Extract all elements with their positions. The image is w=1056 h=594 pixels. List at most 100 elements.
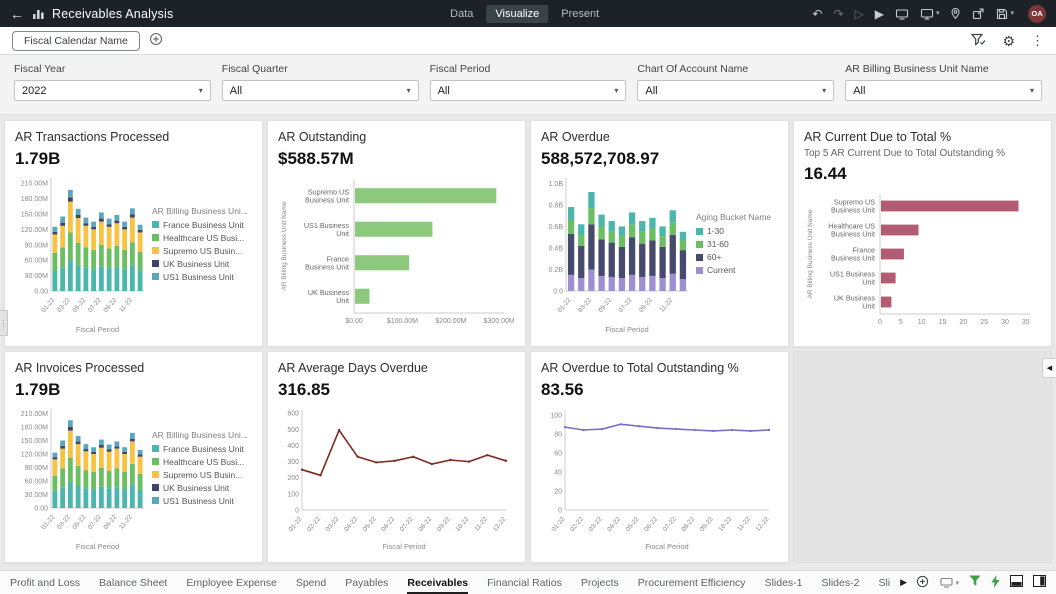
save-icon[interactable]: ▾ [996,8,1014,20]
legend-item[interactable]: 1-30 [696,226,778,236]
filter-check-icon[interactable] [971,33,986,49]
canvas-settings-icon[interactable]: ⚙ [1002,34,1015,48]
svg-text:04-22: 04-22 [606,515,622,533]
panel-collapse-arrow[interactable]: ◀ [1042,358,1056,378]
svg-text:07-22: 07-22 [618,296,634,314]
display-settings-icon[interactable]: ▾ [920,8,940,20]
ar-outstanding-chart[interactable]: $0.00$100.00M$200.00M$300.00MSupremo USB… [278,173,514,333]
add-canvas-icon[interactable] [916,575,929,591]
chart-of-account-select[interactable]: All ▾ [637,80,834,101]
tab-present[interactable]: Present [552,5,608,23]
filter-label: Fiscal Period [430,63,627,75]
filter-fiscal-year: Fiscal Year 2022 ▾ [14,63,211,114]
next-tabs-arrow-icon[interactable]: ▶ [900,577,907,588]
legend-item[interactable]: Healthcare US Busi... [152,233,252,243]
export-icon[interactable] [972,7,985,20]
undo-icon[interactable]: ↶ [812,8,822,20]
svg-text:11-22: 11-22 [659,297,675,314]
fiscal-period-select[interactable]: All ▾ [430,80,627,101]
legend-item[interactable]: 60+ [696,252,778,262]
bottom-tab-sli[interactable]: Sli [878,571,890,594]
preview-icon[interactable]: ▷ [855,8,864,20]
bottom-tab-slides-2[interactable]: Slides-2 [822,571,860,594]
legend-item[interactable]: UK Business Unit [152,483,252,493]
svg-text:11-22: 11-22 [118,297,134,314]
add-filter-icon[interactable] [149,32,163,49]
svg-text:Unit: Unit [862,278,875,287]
card-subtitle: Top 5 AR Current Due to Total Outstandin… [804,147,1041,160]
bottom-tab-profit-and-loss[interactable]: Profit and Loss [10,571,80,594]
kebab-menu-icon[interactable]: ⋮ [1031,34,1044,47]
bottom-tab-balance-sheet[interactable]: Balance Sheet [99,571,167,594]
svg-text:$0.00: $0.00 [345,318,363,325]
svg-text:06-22: 06-22 [380,515,396,533]
ar-avg-days-chart[interactable]: 010020030040050060001-2202-2203-2204-220… [278,404,514,552]
card-title: AR Current Due to Total % [804,129,1041,145]
legend-swatch [152,260,159,267]
svg-text:120.00M: 120.00M [21,227,48,234]
legend-label: 60+ [707,252,721,262]
svg-text:$300.00M: $300.00M [484,318,514,325]
legend-item[interactable]: Healthcare US Busi... [152,457,252,467]
legend-item[interactable]: France Business Unit [152,444,252,454]
resize-grip[interactable]: ⋮ [0,310,8,336]
redo-icon[interactable]: ↷ [833,8,843,20]
ar-invoices-chart[interactable]: 0.0030.00M60.00M90.00M120.00M150.00M180.… [15,404,147,552]
bottom-tab-payables[interactable]: Payables [345,571,388,594]
fiscal-quarter-select[interactable]: All ▾ [222,80,419,101]
ar-overdue-chart[interactable]: 0.00.2B0.4B0.6B0.8B1.0B01-2203-2205-2207… [541,173,691,335]
bottom-tab-slides-1[interactable]: Slides-1 [765,571,803,594]
card-title: AR Outstanding [278,129,515,145]
bottom-tab-financial-ratios[interactable]: Financial Ratios [487,571,562,594]
svg-text:400: 400 [287,443,299,450]
legend-item[interactable]: UK Business Unit [152,259,252,269]
legend-item[interactable]: Current [696,265,778,275]
legend-item[interactable]: Supremo US Busin... [152,470,252,480]
svg-text:09-22: 09-22 [102,513,118,531]
panel-right-icon[interactable] [1033,575,1046,590]
legend-item[interactable]: US1 Business Unit [152,272,252,282]
ar-current-due-chart[interactable]: 05101520253035Supremo USBusiness UnitHea… [804,188,1040,334]
svg-text:30: 30 [1001,319,1009,326]
bottom-tab-procurement-efficiency[interactable]: Procurement Efficiency [638,571,746,594]
bolt-green-icon[interactable] [991,575,1000,591]
svg-text:Business Unit: Business Unit [831,254,875,263]
ar-transactions-chart[interactable]: 0.0030.00M60.00M90.00M120.00M150.00M180.… [15,173,147,335]
bottom-tab-receivables[interactable]: Receivables [407,571,468,594]
svg-text:03-22: 03-22 [56,296,72,314]
bottom-tab-employee-expense[interactable]: Employee Expense [186,571,276,594]
tv-icon[interactable] [895,8,909,20]
svg-text:5: 5 [899,319,903,326]
toolbar-right-icons: ⚙ ⋮ [971,33,1044,49]
display-icon[interactable]: ▾ [940,577,959,588]
billing-business-unit-select[interactable]: All ▾ [845,80,1042,101]
legend-label: Healthcare US Busi... [163,233,244,243]
fiscal-calendar-pill[interactable]: Fiscal Calendar Name [12,31,140,51]
fiscal-year-select[interactable]: 2022 ▾ [14,80,211,101]
tab-visualize[interactable]: Visualize [486,5,548,23]
ar-overdue-pct-chart[interactable]: 02040608010001-2202-2203-2204-2205-2206-… [541,404,777,552]
filter-billing-business-unit: AR Billing Business Unit Name All ▾ [845,63,1042,114]
filter-green-icon[interactable] [969,575,981,590]
panel-bottom-icon[interactable] [1010,575,1023,590]
bottom-tab-projects[interactable]: Projects [581,571,619,594]
play-icon[interactable]: ▶ [875,8,884,20]
svg-text:09-22: 09-22 [102,296,118,314]
legend-swatch [152,234,159,241]
bottom-tab-spend[interactable]: Spend [296,571,326,594]
legend-item[interactable]: France Business Unit [152,220,252,230]
svg-text:1.0B: 1.0B [549,181,564,188]
svg-text:03-22: 03-22 [56,513,72,531]
map-pin-icon[interactable] [950,7,961,20]
tab-data[interactable]: Data [441,5,482,23]
dashboard-canvas: AR Transactions Processed 1.79B 0.0030.0… [0,115,1056,570]
filter-chart-of-account: Chart Of Account Name All ▾ [637,63,834,114]
legend-item[interactable]: Supremo US Busin... [152,246,252,256]
card-title: AR Invoices Processed [15,360,252,376]
avatar[interactable]: OA [1028,5,1046,23]
filter-label: Fiscal Quarter [222,63,419,75]
legend-item[interactable]: US1 Business Unit [152,496,252,506]
back-icon[interactable]: ← [10,6,24,22]
legend-item[interactable]: 31-60 [696,239,778,249]
filter-value: All [230,85,242,97]
